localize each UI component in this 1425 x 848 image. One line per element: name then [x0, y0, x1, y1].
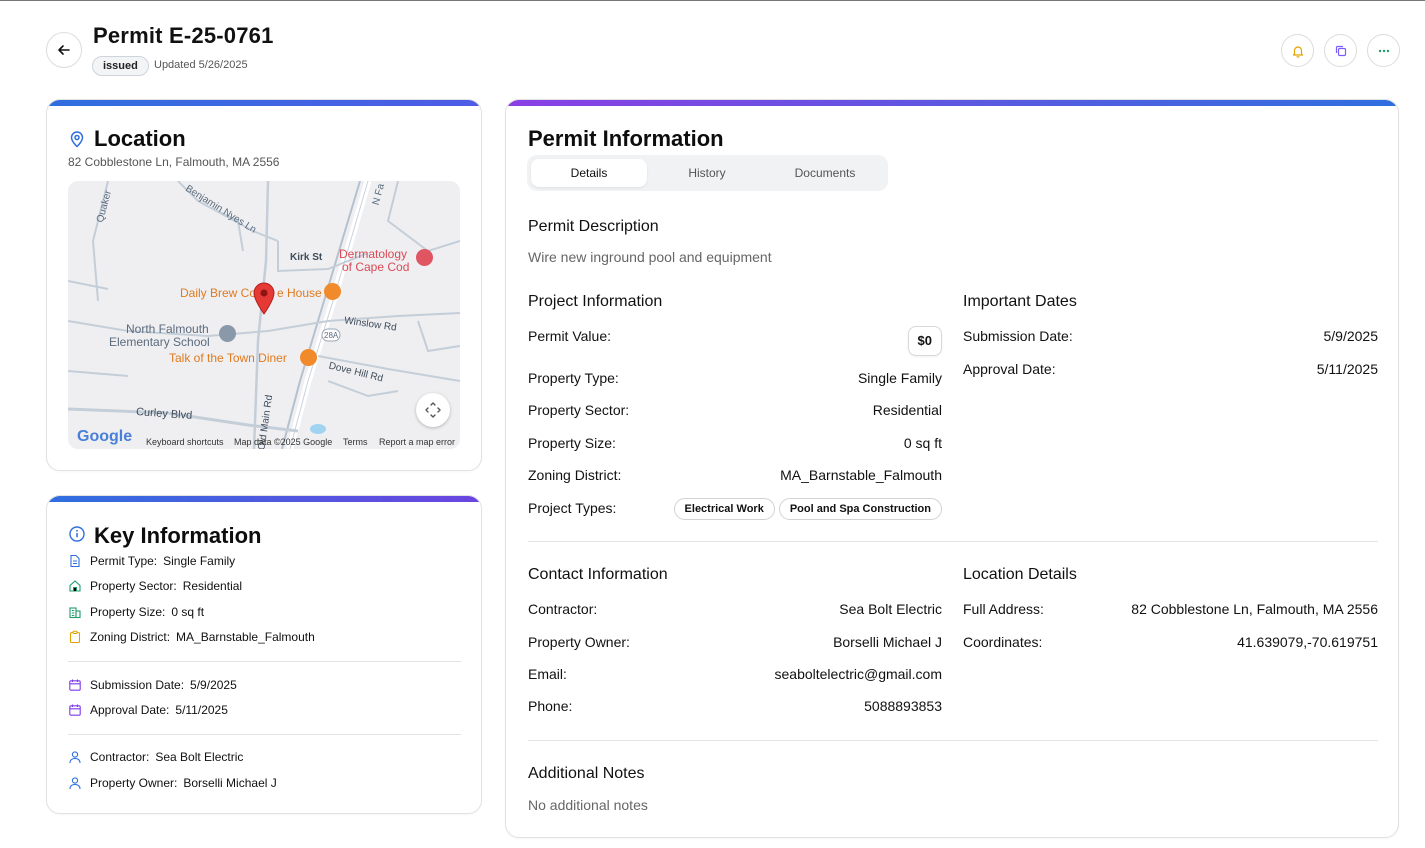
location-card: Location 82 Cobblestone Ln, Falmouth, MA…	[46, 99, 482, 471]
cafe-icon	[324, 283, 341, 300]
map-view[interactable]: Quaker Benjamin Nyes Ln Kirk St N Fa Win…	[68, 181, 460, 449]
report-map-error-link[interactable]: Report a map error	[379, 437, 455, 447]
map-marker-icon	[253, 282, 275, 315]
contact-information-title: Contact Information	[528, 566, 668, 583]
divider	[68, 734, 461, 735]
google-logo: Google	[77, 428, 133, 445]
map-data-text: Map data ©2025 Google	[234, 437, 333, 447]
map-poi-label: Talk of the Town Diner	[169, 351, 287, 365]
key-info-permit-type: Permit Type: Single Family	[68, 554, 235, 568]
map-street-label: Kirk St	[290, 252, 323, 263]
card-accent-bar	[47, 100, 481, 106]
permit-value-row: Permit Value: $0	[528, 326, 942, 356]
detail-row: Approval Date: 5/11/2025	[963, 361, 1378, 377]
project-information-title: Project Information	[528, 293, 663, 310]
detail-row: Coordinates: 41.639079,-70.619751	[963, 634, 1378, 650]
school-icon	[219, 325, 236, 342]
back-arrow-icon	[58, 45, 70, 55]
permit-information-title: Permit Information	[528, 126, 724, 151]
additional-notes-title: Additional Notes	[528, 765, 645, 782]
key-info-contractor: Contractor: Sea Bolt Electric	[68, 750, 243, 764]
map-poi-label: Elementary School	[109, 335, 210, 349]
user-icon	[68, 776, 82, 790]
clipboard-icon	[68, 630, 82, 644]
tab-details[interactable]: Details	[531, 159, 647, 187]
back-button[interactable]	[46, 32, 82, 68]
project-type-tag: Pool and Spa Construction	[778, 498, 942, 520]
project-type-tag: Electrical Work	[673, 498, 775, 520]
map-fullscreen-button[interactable]	[416, 393, 450, 427]
divider	[68, 661, 461, 662]
copy-button[interactable]	[1324, 34, 1357, 67]
page-title: Permit E-25-0761	[93, 23, 274, 48]
detail-row: Property Owner: Borselli Michael J	[528, 634, 942, 650]
bell-icon	[1292, 45, 1303, 58]
map-poi-label: North Falmouth	[126, 322, 209, 336]
key-information-card: Key Information Permit Type: Single Famil…	[46, 495, 482, 814]
expand-arrows-icon	[425, 402, 441, 418]
key-info-zoning-district: Zoning District: MA_Barnstable_Falmouth	[68, 630, 315, 644]
tab-bar: Details History Documents	[527, 155, 888, 191]
detail-row: Zoning District: MA_Barnstable_Falmouth	[528, 467, 942, 483]
hospital-icon	[416, 249, 433, 266]
map-poi-label: Dermatology	[339, 247, 408, 261]
divider	[528, 740, 1378, 741]
keyboard-shortcuts-link[interactable]: Keyboard shortcuts	[146, 437, 224, 447]
map-pin-icon	[70, 131, 84, 148]
permit-information-card: Permit Information Details History Docum…	[505, 99, 1399, 838]
more-horizontal-icon	[1378, 49, 1389, 52]
location-details-title: Location Details	[963, 566, 1077, 583]
tab-history[interactable]: History	[649, 159, 765, 187]
updated-timestamp: Updated 5/26/2025	[154, 59, 248, 71]
detail-row: Property Size: 0 sq ft	[528, 435, 942, 451]
more-button[interactable]	[1367, 34, 1400, 67]
detail-row: Contractor: Sea Bolt Electric	[528, 601, 942, 617]
calendar-icon	[68, 703, 82, 717]
map-poi-label: e House	[277, 286, 322, 300]
key-info-property-owner: Property Owner: Borselli Michael J	[68, 776, 277, 790]
calendar-icon	[68, 678, 82, 692]
copy-icon	[1335, 45, 1346, 56]
document-icon	[68, 554, 82, 568]
status-badge: issued	[92, 56, 149, 76]
map-poi-label: Daily Brew Co	[180, 286, 257, 300]
key-information-title: Key Information	[94, 523, 262, 548]
notify-button[interactable]	[1281, 34, 1314, 67]
restaurant-icon	[300, 349, 317, 366]
location-address: 82 Cobblestone Ln, Falmouth, MA 2556	[68, 155, 280, 169]
important-dates-title: Important Dates	[963, 293, 1077, 310]
key-info-property-size: Property Size: 0 sq ft	[68, 605, 204, 619]
detail-row: Phone: 5088893853	[528, 698, 942, 714]
permit-value-badge: $0	[907, 326, 942, 356]
additional-notes-text: No additional notes	[528, 797, 648, 813]
terms-link[interactable]: Terms	[343, 437, 368, 447]
divider	[528, 541, 1378, 542]
card-accent-bar	[506, 100, 1398, 106]
permit-description-text: Wire new inground pool and equipment	[528, 249, 772, 265]
key-info-property-sector: Property Sector: Residential	[68, 579, 242, 593]
detail-row: Submission Date: 5/9/2025	[963, 328, 1378, 344]
info-icon	[69, 526, 85, 542]
location-title: Location	[94, 126, 186, 151]
key-info-approval-date: Approval Date: 5/11/2025	[68, 703, 228, 717]
detail-row: Full Address: 82 Cobblestone Ln, Falmouth…	[963, 601, 1378, 617]
building-icon	[68, 605, 82, 619]
permit-description-title: Permit Description	[528, 218, 659, 235]
user-icon	[68, 750, 82, 764]
key-info-submission-date: Submission Date: 5/9/2025	[68, 678, 237, 692]
detail-row: Property Sector: Residential	[528, 402, 942, 418]
map-poi-label: of Cape Cod	[342, 260, 410, 274]
project-types-row: Project Types: Electrical Work Pool and S…	[528, 498, 942, 520]
detail-row: Property Type: Single Family	[528, 370, 942, 386]
card-accent-bar	[47, 496, 481, 502]
tab-documents[interactable]: Documents	[767, 159, 883, 187]
detail-row: Email: seaboltelectric@gmail.com	[528, 666, 942, 682]
map-route-label: 28A	[324, 331, 339, 340]
home-icon	[68, 579, 82, 593]
